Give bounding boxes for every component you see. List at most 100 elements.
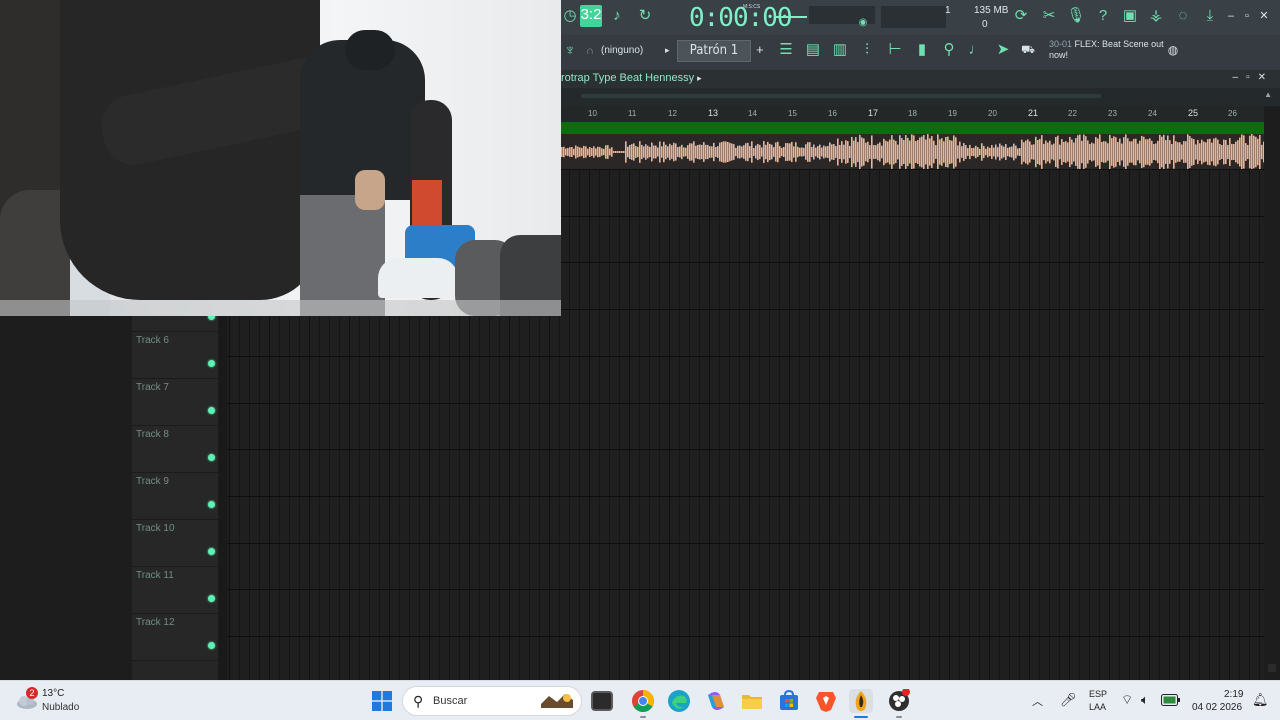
headphones-icon[interactable]: ∩ bbox=[583, 41, 597, 63]
notifications-icon[interactable]: 🔔︎ bbox=[1252, 692, 1269, 708]
channel-rack-icon[interactable]: ▥ bbox=[829, 40, 851, 62]
chat-icon[interactable]: ◌ bbox=[1172, 6, 1194, 28]
playlist-close-icon[interactable]: ✕ bbox=[1258, 72, 1274, 83]
hint-icon[interactable]: ♆ bbox=[559, 41, 581, 63]
vertical-scrollbar[interactable] bbox=[1264, 106, 1280, 680]
microphone-tray-icon[interactable]: 🎤︎ bbox=[1060, 692, 1077, 708]
search-highlight-icon bbox=[541, 694, 573, 708]
tempo-icon[interactable]: ♩ bbox=[965, 40, 987, 62]
restore-icon[interactable]: ▫ bbox=[1241, 6, 1253, 28]
tray-expand-icon[interactable]: ︿ bbox=[1032, 693, 1043, 709]
cut-tools-icon[interactable]: ✂ bbox=[1038, 6, 1060, 28]
track-header[interactable]: Track 7 bbox=[132, 379, 227, 426]
copilot-icon[interactable] bbox=[704, 689, 728, 713]
master-volume-knob[interactable] bbox=[773, 6, 809, 26]
track-mute-led[interactable] bbox=[208, 501, 215, 508]
folder-icon[interactable] bbox=[740, 689, 764, 713]
bar-number: 13 bbox=[708, 108, 719, 118]
scroll-up-icon[interactable]: ▲ bbox=[1264, 90, 1272, 99]
globe-icon[interactable]: ◍ bbox=[1165, 40, 1181, 62]
playlist-minimize-icon[interactable]: – bbox=[1233, 72, 1247, 83]
piano-roll-icon[interactable]: ▤ bbox=[802, 40, 824, 62]
playlist-header: rotrap Type Beat Hennessy ▸ –▫✕ bbox=[561, 70, 1280, 88]
grid-row-line bbox=[227, 355, 1264, 357]
bar-number: 17 bbox=[868, 108, 879, 118]
track-header[interactable]: Track 12 bbox=[132, 614, 227, 661]
plugin-picker-icon[interactable]: ⚲ bbox=[938, 40, 960, 62]
plugin-icon[interactable]: ⚶ bbox=[1145, 6, 1167, 28]
bar-number: 24 bbox=[1148, 109, 1157, 118]
track-header[interactable]: Track 6 bbox=[132, 332, 227, 379]
countdown-icon[interactable]: 3:2 bbox=[580, 5, 602, 27]
metronome-icon[interactable]: ◷ bbox=[559, 6, 581, 28]
audio-clip[interactable] bbox=[561, 134, 1264, 170]
scroll-thumb[interactable] bbox=[581, 94, 1101, 98]
keyboard-layout[interactable]: LAA bbox=[1089, 702, 1106, 712]
wifi-icon[interactable]: ⌔ bbox=[1121, 692, 1133, 708]
playlist-maximize-icon[interactable]: ▫ bbox=[1246, 72, 1258, 83]
timeline-ruler[interactable]: 10 11 12 13 14 15 16 17 18 19 20 21 22 23 24 25 26 bbox=[561, 106, 1264, 122]
store-icon[interactable] bbox=[777, 689, 801, 713]
bar-number: 11 bbox=[628, 109, 637, 118]
project-icon[interactable]: ▮ bbox=[911, 40, 933, 62]
track-header[interactable]: Track 9 bbox=[132, 473, 227, 520]
title-arrow-icon: ▸ bbox=[697, 73, 702, 83]
track-header[interactable]: Track 5 bbox=[132, 316, 227, 332]
taskbar-search[interactable]: ⚲ Buscar bbox=[402, 686, 582, 716]
minimize-icon[interactable]: – bbox=[1225, 6, 1237, 28]
keyboard-language[interactable]: ESP bbox=[1089, 689, 1107, 699]
loop-record-icon[interactable]: ↻ bbox=[634, 6, 656, 28]
channel-filter-select[interactable]: (ninguno) bbox=[601, 45, 643, 56]
bar-number: 14 bbox=[748, 109, 757, 118]
bar-number: 20 bbox=[988, 109, 997, 118]
clock-time[interactable]: 2:19 bbox=[1224, 689, 1243, 700]
microphone-icon[interactable]: 🎙 bbox=[1065, 6, 1087, 28]
pattern-selector[interactable]: Patrón 1 bbox=[677, 40, 751, 62]
track-header[interactable]: Track 10 bbox=[132, 520, 227, 567]
pattern-arrow-icon[interactable]: ▸ bbox=[665, 45, 670, 56]
cart-icon[interactable]: ⛟ bbox=[1019, 40, 1037, 62]
brave-icon[interactable] bbox=[814, 689, 838, 713]
news-panel[interactable]: 30-01 FLEX: Beat Scene out now! bbox=[1049, 39, 1169, 61]
clock-date[interactable]: 04 02 2026 bbox=[1192, 702, 1242, 713]
playlist-icon[interactable]: ☰ bbox=[775, 40, 797, 62]
playlist-title[interactable]: rotrap Type Beat Hennessy ▸ bbox=[561, 72, 702, 84]
battery-icon[interactable] bbox=[1161, 694, 1181, 706]
track-mute-led[interactable] bbox=[208, 595, 215, 602]
vertical-scroll-thumb[interactable] bbox=[1268, 664, 1276, 672]
cpu-value: 1 bbox=[945, 5, 951, 16]
browser-icon[interactable]: ⊢ bbox=[884, 40, 906, 62]
track-header[interactable]: Track 8 bbox=[132, 426, 227, 473]
loop-region-bar[interactable] bbox=[561, 122, 1264, 134]
step-edit-icon[interactable]: ♪ bbox=[606, 6, 628, 28]
track-mute-led[interactable] bbox=[208, 454, 215, 461]
track-mute-led[interactable] bbox=[208, 548, 215, 555]
track-mute-led[interactable] bbox=[208, 642, 215, 649]
track-mute-led[interactable] bbox=[208, 360, 215, 367]
windows-start-icon[interactable] bbox=[372, 691, 392, 711]
task-view-icon[interactable] bbox=[591, 691, 613, 711]
add-pattern-icon[interactable]: + bbox=[756, 42, 764, 57]
track-mute-led[interactable] bbox=[208, 316, 215, 320]
send-icon[interactable]: ➤ bbox=[992, 40, 1014, 62]
chrome-icon[interactable] bbox=[631, 689, 655, 718]
horizontal-scrollbar[interactable]: ▲ bbox=[561, 88, 1280, 106]
save-icon[interactable]: ▣ bbox=[1119, 6, 1141, 28]
track-mute-led[interactable] bbox=[208, 407, 215, 414]
edge-icon[interactable] bbox=[667, 689, 691, 713]
windows-taskbar: 2 13°C Nublado ⚲ Buscar ︿ 🎤︎ ESP LAA ⌔ 🔈… bbox=[0, 680, 1280, 720]
help-icon[interactable]: ? bbox=[1092, 6, 1114, 28]
fl-studio-icon[interactable] bbox=[849, 689, 873, 718]
track-name: Track 12 bbox=[136, 617, 175, 628]
refresh-icon[interactable]: ⟳ bbox=[1010, 6, 1032, 28]
eye-icon[interactable]: ◉ bbox=[856, 16, 870, 30]
close-icon[interactable]: ✕ bbox=[1258, 6, 1270, 28]
bar-number: 23 bbox=[1108, 109, 1117, 118]
volume-icon[interactable]: 🔈︎ bbox=[1141, 692, 1149, 708]
download-icon[interactable]: ⤓ bbox=[1199, 6, 1221, 28]
fl-running-indicator bbox=[854, 716, 868, 718]
track-header[interactable]: Track 11 bbox=[132, 567, 227, 614]
obs-icon[interactable] bbox=[887, 688, 911, 718]
weather-widget[interactable]: 2 13°C Nublado bbox=[16, 687, 126, 715]
mixer-icon[interactable]: ⫶ bbox=[856, 40, 878, 62]
